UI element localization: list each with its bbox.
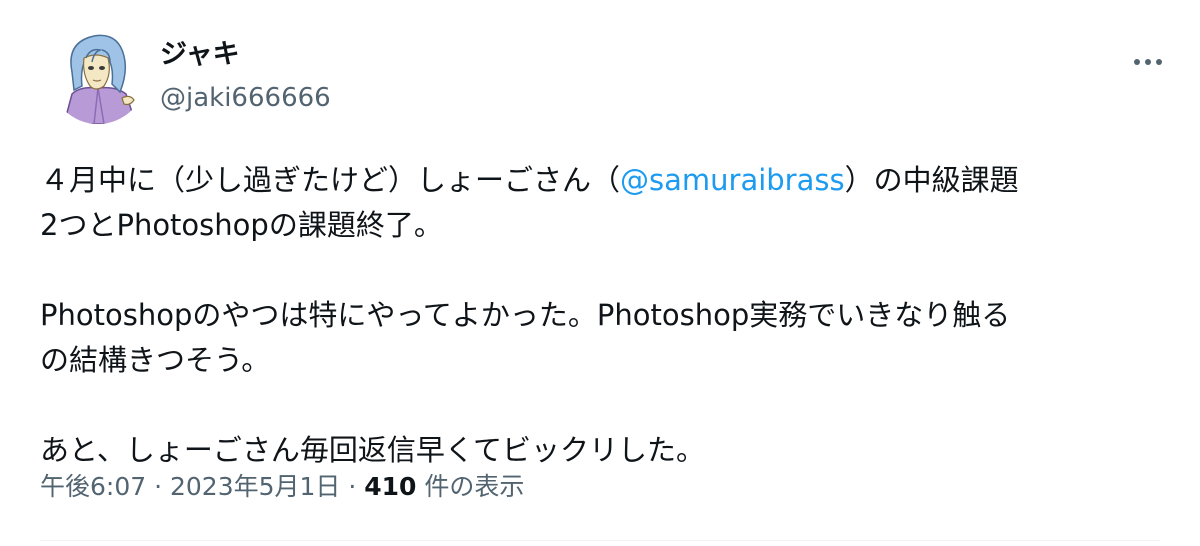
tweet-card: ジャキ @jaki666666 ４月中に（少し過ぎたけど）しょーごさん（@sam… <box>0 0 1200 546</box>
meta-separator: · <box>146 472 170 501</box>
more-options-button[interactable] <box>1126 48 1170 76</box>
tweet-text-segment: ４月中に（少し過ぎたけど）しょーごさん（ <box>40 163 621 197</box>
tweet-line: の結構きつそう。 <box>40 343 271 377</box>
views-link[interactable]: 410 件の表示 <box>364 472 524 501</box>
avatar[interactable] <box>50 28 146 124</box>
tweet-line: ４月中に（少し過ぎたけど）しょーごさん（@samuraibrass）の中級課題 <box>40 158 1160 203</box>
display-name[interactable]: ジャキ <box>160 38 240 72</box>
views-count: 410 <box>364 472 417 501</box>
tweet-text-segment: ）の中級課題 <box>844 163 1019 197</box>
tweet-line: 2つとPhotoshopの課題終了。 <box>40 208 443 242</box>
divider <box>40 540 1160 541</box>
more-horizontal-icon <box>1134 59 1162 65</box>
timestamp-date[interactable]: 2023年5月1日 <box>170 472 340 501</box>
tweet-text: ４月中に（少し過ぎたけど）しょーごさん（@samuraibrass）の中級課題 … <box>40 158 1160 473</box>
timestamp-time[interactable]: 午後6:07 <box>40 472 146 501</box>
username-handle[interactable]: @jaki666666 <box>160 82 331 114</box>
mention-link[interactable]: @samuraibrass <box>620 163 845 197</box>
avatar-character-icon <box>50 28 146 124</box>
tweet-line: あと、しょーごさん毎回返信早くてビックリした。 <box>40 433 705 467</box>
meta-separator: · <box>340 472 365 501</box>
tweet-line: Photoshopのやつは特にやってよかった。Photoshop実務でいきなり触… <box>40 298 1011 332</box>
views-label: 件の表示 <box>416 472 525 501</box>
tweet-metadata: 午後6:07 · 2023年5月1日 · 410 件の表示 <box>40 470 524 504</box>
